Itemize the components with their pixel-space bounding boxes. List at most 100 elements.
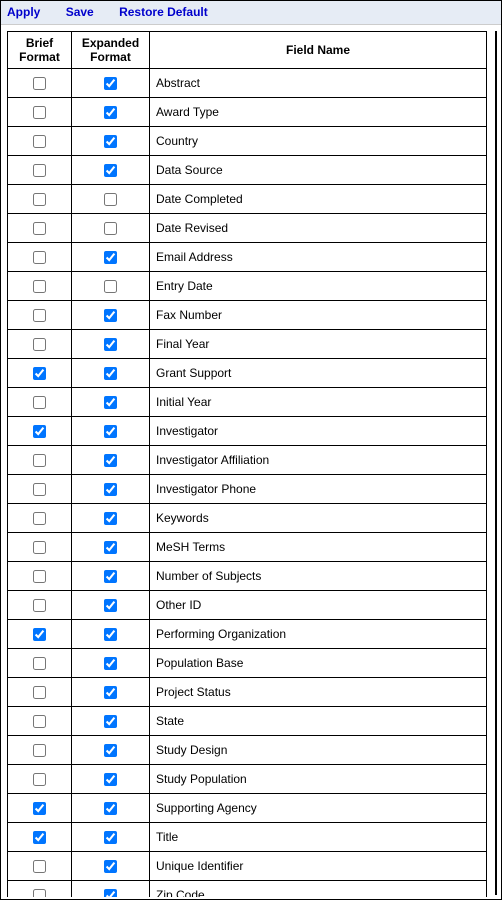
table-row: Initial Year <box>8 388 487 417</box>
expanded-format-checkbox[interactable] <box>104 570 117 583</box>
expanded-format-checkbox[interactable] <box>104 396 117 409</box>
brief-format-checkbox[interactable] <box>33 77 46 90</box>
expanded-format-checkbox[interactable] <box>104 280 117 293</box>
expanded-format-checkbox[interactable] <box>104 860 117 873</box>
expanded-format-checkbox[interactable] <box>104 889 117 897</box>
brief-format-checkbox[interactable] <box>33 686 46 699</box>
field-name-cell: Fax Number <box>150 301 487 330</box>
expanded-format-checkbox[interactable] <box>104 541 117 554</box>
expanded-format-checkbox[interactable] <box>104 222 117 235</box>
expanded-format-cell <box>72 678 150 707</box>
brief-format-checkbox[interactable] <box>33 889 46 897</box>
brief-format-checkbox[interactable] <box>33 628 46 641</box>
field-name-cell: Keywords <box>150 504 487 533</box>
brief-format-checkbox[interactable] <box>33 164 46 177</box>
table-row: Investigator <box>8 417 487 446</box>
brief-format-checkbox[interactable] <box>33 512 46 525</box>
brief-format-checkbox[interactable] <box>33 657 46 670</box>
field-name-cell: Study Design <box>150 736 487 765</box>
expanded-format-checkbox[interactable] <box>104 454 117 467</box>
expanded-format-checkbox[interactable] <box>104 831 117 844</box>
brief-format-checkbox[interactable] <box>33 541 46 554</box>
brief-format-checkbox[interactable] <box>33 309 46 322</box>
expanded-format-checkbox[interactable] <box>104 77 117 90</box>
field-name-cell: Award Type <box>150 98 487 127</box>
brief-format-checkbox[interactable] <box>33 193 46 206</box>
expanded-format-checkbox[interactable] <box>104 135 117 148</box>
save-link[interactable]: Save <box>66 5 94 19</box>
expanded-format-cell <box>72 272 150 301</box>
field-name-cell: Investigator Phone <box>150 475 487 504</box>
brief-format-checkbox[interactable] <box>33 570 46 583</box>
expanded-format-checkbox[interactable] <box>104 425 117 438</box>
expanded-format-checkbox[interactable] <box>104 309 117 322</box>
expanded-format-checkbox[interactable] <box>104 802 117 815</box>
brief-format-cell <box>8 98 72 127</box>
expanded-format-checkbox[interactable] <box>104 773 117 786</box>
table-row: Population Base <box>8 649 487 678</box>
restore-default-link[interactable]: Restore Default <box>119 5 208 19</box>
expanded-format-cell <box>72 794 150 823</box>
expanded-format-checkbox[interactable] <box>104 599 117 612</box>
window-frame: Apply Save Restore Default Brief Format … <box>0 0 502 900</box>
table-row: Entry Date <box>8 272 487 301</box>
expanded-format-cell <box>72 69 150 98</box>
brief-format-cell <box>8 794 72 823</box>
brief-format-checkbox[interactable] <box>33 222 46 235</box>
expanded-format-cell <box>72 707 150 736</box>
expanded-format-checkbox[interactable] <box>104 628 117 641</box>
expanded-format-checkbox[interactable] <box>104 251 117 264</box>
brief-format-checkbox[interactable] <box>33 251 46 264</box>
expanded-format-checkbox[interactable] <box>104 106 117 119</box>
expanded-format-cell <box>72 881 150 898</box>
brief-format-cell <box>8 156 72 185</box>
field-name-cell: Investigator Affiliation <box>150 446 487 475</box>
brief-format-checkbox[interactable] <box>33 483 46 496</box>
field-name-cell: Country <box>150 127 487 156</box>
expanded-format-checkbox[interactable] <box>104 164 117 177</box>
expanded-format-cell <box>72 504 150 533</box>
brief-format-checkbox[interactable] <box>33 280 46 293</box>
field-name-cell: Investigator <box>150 417 487 446</box>
expanded-format-checkbox[interactable] <box>104 483 117 496</box>
expanded-format-checkbox[interactable] <box>104 338 117 351</box>
brief-format-checkbox[interactable] <box>33 599 46 612</box>
field-name-cell: Study Population <box>150 765 487 794</box>
brief-format-cell <box>8 736 72 765</box>
expanded-format-checkbox[interactable] <box>104 193 117 206</box>
brief-format-cell <box>8 707 72 736</box>
expanded-format-checkbox[interactable] <box>104 686 117 699</box>
expanded-format-checkbox[interactable] <box>104 367 117 380</box>
expanded-format-cell <box>72 156 150 185</box>
brief-format-checkbox[interactable] <box>33 338 46 351</box>
brief-format-cell <box>8 562 72 591</box>
brief-format-checkbox[interactable] <box>33 396 46 409</box>
brief-format-checkbox[interactable] <box>33 802 46 815</box>
expanded-format-checkbox[interactable] <box>104 744 117 757</box>
brief-format-checkbox[interactable] <box>33 425 46 438</box>
brief-format-checkbox[interactable] <box>33 773 46 786</box>
table-row: Zip Code <box>8 881 487 898</box>
expanded-format-checkbox[interactable] <box>104 512 117 525</box>
brief-format-checkbox[interactable] <box>33 715 46 728</box>
brief-format-checkbox[interactable] <box>33 831 46 844</box>
brief-format-checkbox[interactable] <box>33 454 46 467</box>
scrollbar-edge <box>495 31 497 895</box>
table-row: State <box>8 707 487 736</box>
brief-format-checkbox[interactable] <box>33 367 46 380</box>
expanded-format-cell <box>72 852 150 881</box>
table-row: Performing Organization <box>8 620 487 649</box>
expanded-format-checkbox[interactable] <box>104 657 117 670</box>
field-name-cell: Initial Year <box>150 388 487 417</box>
brief-format-checkbox[interactable] <box>33 860 46 873</box>
brief-format-cell <box>8 591 72 620</box>
brief-format-cell <box>8 272 72 301</box>
fields-table: Brief Format Expanded Format Field Name … <box>7 31 487 897</box>
apply-link[interactable]: Apply <box>7 5 40 19</box>
brief-format-checkbox[interactable] <box>33 106 46 119</box>
brief-format-checkbox[interactable] <box>33 135 46 148</box>
brief-format-cell <box>8 823 72 852</box>
expanded-format-checkbox[interactable] <box>104 715 117 728</box>
table-row: Date Revised <box>8 214 487 243</box>
brief-format-checkbox[interactable] <box>33 744 46 757</box>
